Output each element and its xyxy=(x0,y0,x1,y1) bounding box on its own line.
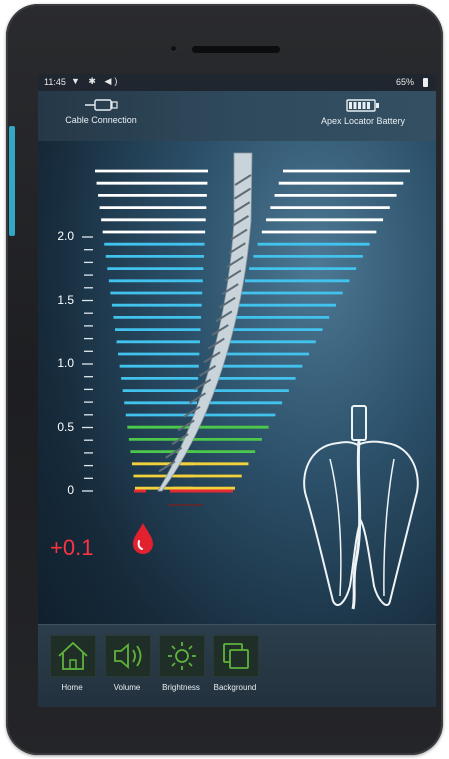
background-label: Background xyxy=(213,683,257,692)
front-camera xyxy=(169,44,178,53)
cable-connection-label: Cable Connection xyxy=(65,115,137,125)
measurement-area: 2.0 1.5 1.0 0.5 0 +0.1 xyxy=(38,141,436,624)
volume-icon xyxy=(114,643,142,669)
apex-gauge xyxy=(82,152,419,610)
background-icon xyxy=(223,643,249,669)
scale-label-2-0: 2.0 xyxy=(57,229,74,243)
side-tab xyxy=(9,126,15,236)
status-battery-percent: 65% xyxy=(395,77,414,87)
tooth-file-handle xyxy=(351,405,367,441)
scale-label-0-5: 0.5 xyxy=(57,420,74,434)
bottom-toolbar: Home Volume Brightness Background xyxy=(38,624,436,707)
volume-button[interactable] xyxy=(105,635,151,677)
tooth-illustration xyxy=(303,405,419,610)
brightness-icon xyxy=(168,642,196,670)
apex-locator-battery-label: Apex Locator Battery xyxy=(320,116,406,126)
home-button[interactable] xyxy=(50,635,96,677)
tooth-file-shaft xyxy=(351,439,362,610)
background-button[interactable] xyxy=(213,635,259,677)
earpiece-speaker xyxy=(192,46,280,53)
status-battery-icon xyxy=(423,78,428,87)
scale-label-0: 0 xyxy=(67,483,74,497)
home-icon xyxy=(58,641,88,670)
usb-plug-icon xyxy=(85,99,118,111)
screen: 11:45 ▼ ✱ ◀) 65% Cable Connection Apex L… xyxy=(38,74,436,707)
brightness-button[interactable] xyxy=(159,635,205,677)
cable-connection[interactable]: Cable Connection xyxy=(56,99,146,125)
blood-drop-icon xyxy=(133,523,153,554)
status-time: 11:45 xyxy=(44,77,66,87)
apex-locator-battery: Apex Locator Battery xyxy=(308,99,418,126)
scale-label-1-0: 1.0 xyxy=(57,356,74,370)
battery-icon xyxy=(346,99,379,112)
status-bar: 11:45 ▼ ✱ ◀) 65% xyxy=(38,74,436,91)
tablet-frame: 11:45 ▼ ✱ ◀) 65% Cable Connection Apex L… xyxy=(6,4,443,755)
tooth-canals xyxy=(329,458,395,597)
depth-reading: +0.1 xyxy=(50,535,94,560)
scale-label-1-5: 1.5 xyxy=(57,293,74,307)
status-icons: ▼ ✱ ◀) xyxy=(71,76,121,86)
header-bar: Cable Connection Apex Locator Battery xyxy=(38,91,436,141)
